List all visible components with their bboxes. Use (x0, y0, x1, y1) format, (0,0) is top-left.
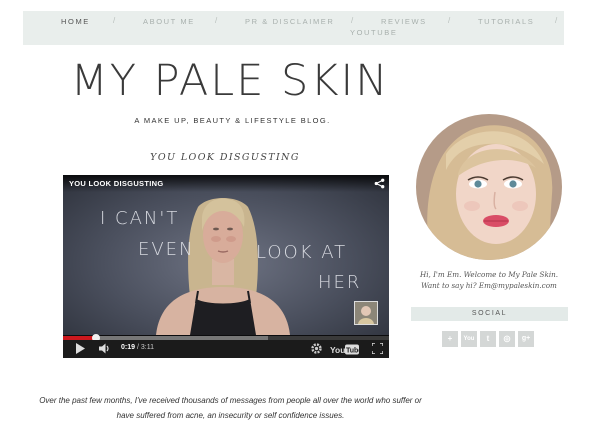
svg-text:You: You (330, 345, 345, 355)
post-excerpt: Over the past few months, I've received … (38, 393, 423, 423)
nav-separator: / (113, 16, 116, 25)
top-nav: HOME / ABOUT ME / PR & DISCLAIMER / REVI… (23, 11, 564, 45)
instagram-icon[interactable]: ◎ (499, 331, 515, 347)
video-overlay-text: LOOK AT (256, 242, 348, 263)
author-portrait-image (416, 114, 562, 260)
nav-youtube[interactable]: YOUTUBE (350, 28, 397, 37)
video-overlay-text: I CAN'T (100, 208, 180, 229)
video-duration: / 3:11 (136, 344, 154, 351)
google-plus-icon[interactable]: + (442, 331, 458, 347)
share-icon[interactable] (374, 178, 385, 189)
nav-separator: / (555, 16, 558, 25)
nav-separator: / (351, 16, 354, 25)
youtube-logo[interactable]: You Tube (330, 344, 360, 355)
author-bio-line: Hi, I'm Em. Welcome to My Pale Skin. (419, 270, 559, 279)
video-player[interactable]: I CAN'T EVEN LOOK AT HER YOU LOOK DISGUS… (63, 175, 389, 358)
author-bio: Hi, I'm Em. Welcome to My Pale Skin. Wan… (410, 269, 568, 291)
video-top-bar: YOU LOOK DISGUSTING (63, 175, 389, 192)
play-icon[interactable] (75, 343, 85, 354)
video-overlay-text: EVEN (138, 239, 195, 260)
nav-home[interactable]: HOME (61, 17, 90, 26)
video-overlay-text: HER (318, 272, 362, 293)
social-heading: SOCIAL (411, 307, 568, 321)
site-title[interactable]: MY PALE SKIN (70, 56, 390, 106)
nav-reviews[interactable]: REVIEWS (381, 17, 427, 26)
channel-avatar-icon (355, 302, 377, 324)
volume-icon[interactable] (99, 343, 111, 354)
settings-icon[interactable] (311, 343, 322, 354)
video-title[interactable]: YOU LOOK DISGUSTING (69, 179, 163, 188)
post-title[interactable]: YOU LOOK DISGUSTING (110, 152, 340, 163)
author-avatar (416, 114, 562, 260)
twitter-icon[interactable]: t (480, 331, 496, 347)
nav-separator: / (215, 16, 218, 25)
fullscreen-icon[interactable] (372, 343, 383, 354)
video-controls: 0:19 / 3:11 You Tube (63, 340, 389, 358)
video-current-time: 0:19 (121, 344, 136, 351)
nav-about-me[interactable]: ABOUT ME (143, 17, 195, 26)
video-time: 0:19 / 3:11 (121, 344, 154, 351)
post-excerpt-line: have suffered from acne, an insecurity o… (116, 411, 345, 420)
nav-separator: / (448, 16, 451, 25)
svg-text:Tube: Tube (346, 348, 360, 355)
nav-tutorials[interactable]: TUTORIALS (478, 17, 534, 26)
video-channel-thumbnail[interactable] (354, 301, 378, 325)
youtube-icon[interactable]: You (461, 331, 477, 347)
google-plus-icon[interactable]: g+ (518, 331, 534, 347)
author-email[interactable]: Want to say hi? Em@mypaleskin.com (410, 280, 568, 291)
site-tagline: A MAKE UP, BEAUTY & LIFESTYLE BLOG. (134, 116, 331, 125)
nav-pr-disclaimer[interactable]: PR & DISCLAIMER (245, 17, 334, 26)
video-frame[interactable]: I CAN'T EVEN LOOK AT HER (63, 175, 389, 335)
post-excerpt-line: Over the past few months, I've received … (39, 396, 422, 405)
